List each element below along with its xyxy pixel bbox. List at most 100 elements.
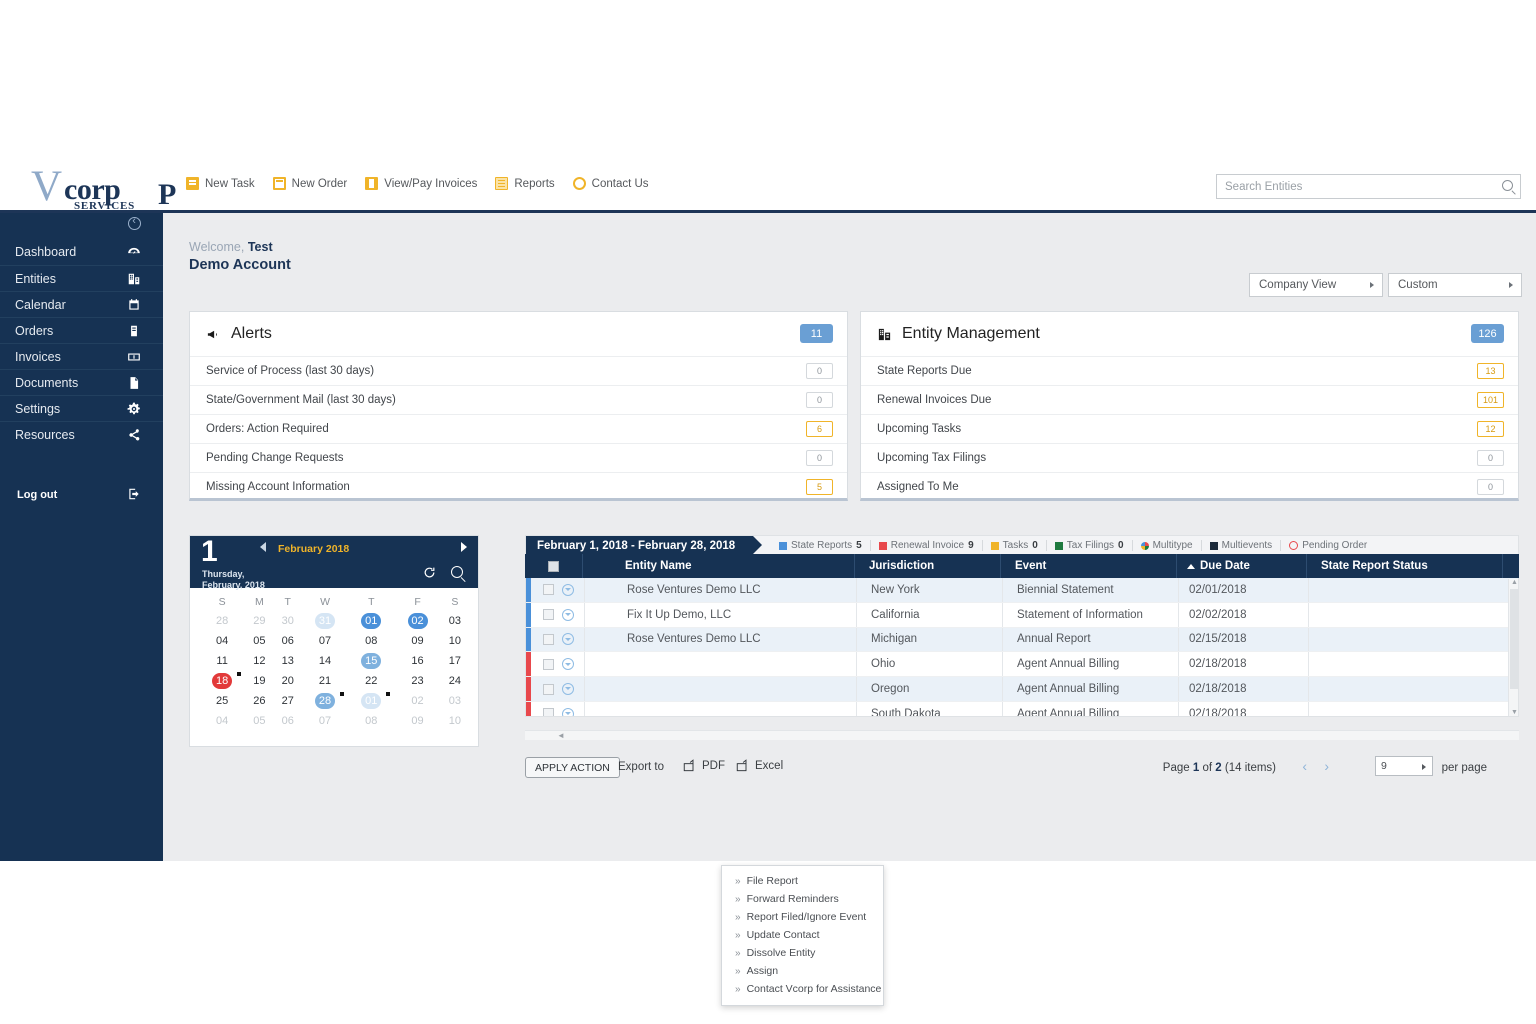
calendar-day-cell[interactable]: 21 (302, 671, 348, 691)
column-state-report-status[interactable]: State Report Status (1307, 554, 1503, 578)
column-event[interactable]: Event (1001, 554, 1177, 578)
row-checkbox[interactable] (543, 708, 554, 717)
calendar-day-cell[interactable]: 01 (348, 611, 394, 631)
entity-row[interactable]: Upcoming Tax Filings 0 (861, 443, 1518, 472)
context-menu-item[interactable]: »Assign (722, 962, 883, 980)
entity-row[interactable]: State Reports Due 13 (861, 356, 1518, 385)
context-menu-item[interactable]: »Update Contact (722, 926, 883, 944)
search-input[interactable] (1225, 175, 1480, 198)
alert-row[interactable]: State/Government Mail (last 30 days) 0 (190, 385, 847, 414)
custom-view-select[interactable]: Custom (1388, 273, 1522, 297)
context-menu-item[interactable]: »Forward Reminders (722, 890, 883, 908)
context-menu-item[interactable]: »Dissolve Entity (722, 944, 883, 962)
legend-item[interactable]: Tax Filings0 (1047, 540, 1133, 551)
calendar-day-cell[interactable]: 27 (274, 691, 302, 711)
alert-row[interactable]: Pending Change Requests 0 (190, 443, 847, 472)
calendar-day-cell[interactable]: 07 (302, 711, 348, 731)
table-row[interactable]: Rose Ventures Demo LLCNew YorkBiennial S… (526, 578, 1518, 603)
calendar-day-cell[interactable]: 13 (274, 651, 302, 671)
alert-row[interactable]: Orders: Action Required 6 (190, 414, 847, 443)
alert-row[interactable]: Service of Process (last 30 days) 0 (190, 356, 847, 385)
scroll-up-icon[interactable]: ▲ (1511, 579, 1518, 586)
export-excel-button[interactable]: Excel (735, 759, 783, 773)
scroll-thumb[interactable] (1510, 589, 1518, 689)
table-row[interactable]: Rose Ventures Demo LLCMichiganAnnual Rep… (526, 628, 1518, 653)
sidebar-item-dashboard[interactable]: Dashboard (0, 239, 163, 265)
calendar-search-icon[interactable] (451, 566, 463, 578)
search-icon[interactable] (1502, 180, 1513, 191)
calendar-day-cell[interactable]: 05 (245, 711, 273, 731)
alert-row[interactable]: Missing Account Information 5 (190, 472, 847, 501)
column-jurisdiction[interactable]: Jurisdiction (855, 554, 1001, 578)
vcorp-logo[interactable]: V corp SERVICES P (31, 167, 149, 209)
calendar-day-cell[interactable]: 05 (245, 631, 273, 651)
sidebar-item-entities[interactable]: Entities (0, 265, 163, 291)
nav-reports[interactable]: Reports (495, 177, 554, 190)
table-row[interactable]: OregonAgent Annual Billing02/18/2018 (526, 677, 1518, 702)
calendar-day-cell[interactable]: 04 (199, 631, 245, 651)
entity-row[interactable]: Upcoming Tasks 12 (861, 414, 1518, 443)
calendar-day-cell[interactable]: 06 (274, 631, 302, 651)
legend-item[interactable]: Renewal Invoice9 (871, 540, 983, 551)
calendar-day-cell[interactable]: 22 (348, 671, 394, 691)
calendar-day-cell[interactable]: 12 (245, 651, 273, 671)
calendar-day-cell[interactable]: 14 (302, 651, 348, 671)
table-row[interactable]: Fix It Up Demo, LLCCaliforniaStatement o… (526, 603, 1518, 628)
sidebar-item-invoices[interactable]: Invoices (0, 343, 163, 369)
refresh-icon[interactable] (423, 566, 436, 579)
calendar-day-cell[interactable]: 28 (199, 611, 245, 631)
entity-row[interactable]: Assigned To Me 0 (861, 472, 1518, 501)
calendar-day-cell[interactable]: 08 (348, 711, 394, 731)
sidebar-item-calendar[interactable]: Calendar (0, 291, 163, 317)
scroll-left-icon[interactable]: ◄ (557, 731, 565, 740)
calendar-day-cell[interactable]: 19 (245, 671, 273, 691)
column-entity-name[interactable]: Entity Name (583, 554, 855, 578)
company-view-select[interactable]: Company View (1249, 273, 1383, 297)
row-menu-icon[interactable] (562, 708, 574, 717)
calendar-day-cell[interactable]: 10 (441, 711, 469, 731)
calendar-day-cell[interactable]: 09 (394, 631, 440, 651)
sidebar-item-settings[interactable]: Settings (0, 395, 163, 421)
calendar-day-cell[interactable]: 01 (348, 691, 394, 711)
next-page-icon[interactable]: › (1324, 758, 1329, 774)
nav-new-order[interactable]: New Order (273, 177, 348, 190)
table-row[interactable]: OhioAgent Annual Billing02/18/2018 (526, 652, 1518, 677)
apply-action-button[interactable]: APPLY ACTION (525, 757, 620, 778)
table-vertical-scrollbar[interactable]: ▲ ▼ (1508, 579, 1518, 716)
calendar-day-cell[interactable]: 08 (348, 631, 394, 651)
legend-item[interactable]: Multievents (1202, 540, 1282, 551)
legend-item[interactable]: Pending Order (1281, 540, 1375, 551)
calendar-day-cell[interactable]: 24 (441, 671, 469, 691)
calendar-day-cell[interactable]: 03 (441, 611, 469, 631)
calendar-day-cell[interactable]: 02 (394, 611, 440, 631)
collapse-icon[interactable] (128, 217, 141, 230)
calendar-day-cell[interactable]: 17 (441, 651, 469, 671)
calendar-day-cell[interactable]: 23 (394, 671, 440, 691)
legend-item[interactable]: Multitype (1133, 540, 1202, 551)
row-menu-icon[interactable] (562, 633, 574, 645)
sidebar-item-resources[interactable]: Resources (0, 421, 163, 447)
sidebar-item-documents[interactable]: Documents (0, 369, 163, 395)
row-checkbox[interactable] (543, 584, 554, 595)
scroll-down-icon[interactable]: ▼ (1511, 709, 1518, 716)
calendar-day-cell[interactable]: 30 (274, 611, 302, 631)
calendar-prev-icon[interactable] (260, 542, 266, 552)
calendar-day-cell[interactable]: 28 (302, 691, 348, 711)
calendar-next-icon[interactable] (461, 542, 467, 552)
row-checkbox[interactable] (543, 634, 554, 645)
calendar-day-cell[interactable]: 04 (199, 711, 245, 731)
table-row[interactable]: South DakotaAgent Annual Billing02/18/20… (526, 702, 1518, 717)
search-entities-box[interactable] (1216, 174, 1521, 199)
calendar-day-cell[interactable]: 16 (394, 651, 440, 671)
calendar-day-cell[interactable]: 09 (394, 711, 440, 731)
calendar-day-cell[interactable]: 11 (199, 651, 245, 671)
table-horizontal-scrollbar[interactable]: ◄ (525, 730, 1519, 740)
context-menu-item[interactable]: »Report Filed/Ignore Event (722, 908, 883, 926)
calendar-day-cell[interactable]: 07 (302, 631, 348, 651)
calendar-day-cell[interactable]: 20 (274, 671, 302, 691)
legend-item[interactable]: State Reports5 (771, 540, 871, 551)
calendar-day-cell[interactable]: 10 (441, 631, 469, 651)
nav-contact-us[interactable]: Contact Us (573, 177, 649, 190)
column-due-date[interactable]: Due Date (1177, 554, 1307, 578)
calendar-day-cell[interactable]: 29 (245, 611, 273, 631)
